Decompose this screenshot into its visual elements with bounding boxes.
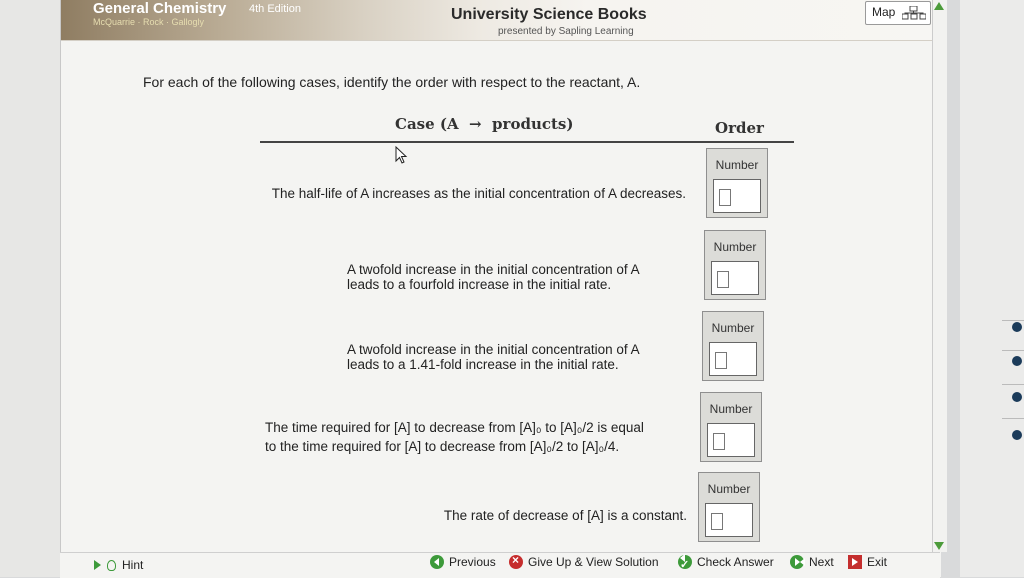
number-label: Number — [713, 240, 757, 254]
case-1-answer: Number — [706, 148, 768, 218]
hint-arrow-icon — [94, 560, 101, 570]
exit-icon — [848, 555, 862, 569]
case-3-line-2: leads to a 1.41-fold increase in the ini… — [347, 357, 619, 372]
previous-button[interactable]: Previous — [430, 555, 496, 569]
case-5-answer: Number — [698, 472, 760, 542]
right-divider — [1002, 384, 1024, 385]
case-2-text: A twofold increase in the initial concen… — [347, 262, 687, 292]
case-4-line-2: to the time required for [A] to decrease… — [265, 439, 620, 454]
presented-by: presented by Sapling Learning — [498, 26, 634, 37]
book-title: General Chemistry — [93, 0, 227, 17]
text-cursor — [717, 271, 729, 288]
map-label: Map — [872, 5, 896, 19]
case-4-line-1: The time required for [A] to decrease fr… — [265, 420, 644, 435]
right-tab-3[interactable] — [1006, 388, 1024, 406]
table-header-rule — [260, 141, 794, 143]
exit-label: Exit — [867, 555, 888, 569]
publisher-name: University Science Books — [451, 6, 647, 23]
previous-icon — [430, 555, 444, 569]
case-2-answer: Number — [704, 230, 766, 300]
right-tab-4[interactable] — [1006, 426, 1024, 444]
give-up-icon — [509, 553, 523, 569]
hint-label: Hint — [122, 558, 144, 572]
case-2-line-2: leads to a fourfold increase in the init… — [347, 277, 612, 292]
case-1-number-input[interactable] — [713, 179, 761, 213]
text-cursor — [713, 433, 725, 450]
case-4-text: The time required for [A] to decrease fr… — [265, 418, 690, 456]
check-answer-button[interactable]: Check Answer — [678, 554, 774, 569]
map-button[interactable]: Map — [865, 1, 931, 25]
number-label: Number — [711, 321, 755, 335]
right-divider — [1002, 418, 1024, 419]
scrollbar[interactable] — [932, 0, 947, 552]
next-button[interactable]: Next — [790, 555, 834, 569]
scroll-down-icon[interactable] — [934, 542, 944, 550]
case-4-number-input[interactable] — [707, 423, 755, 457]
case-2-line-1: A twofold increase in the initial concen… — [347, 262, 640, 277]
exit-button[interactable]: Exit — [848, 555, 887, 569]
number-label: Number — [709, 402, 753, 416]
right-tab-2[interactable] — [1006, 352, 1024, 370]
text-cursor — [715, 352, 727, 369]
give-up-label: Give Up & View Solution — [528, 555, 659, 569]
case-3-number-input[interactable] — [709, 342, 757, 376]
cursor-icon — [395, 146, 408, 164]
case-column-header: Case (A → products) — [395, 115, 574, 133]
check-answer-label: Check Answer — [697, 555, 774, 569]
book-authors: McQuarrie · Rock · Gallogly — [93, 17, 205, 27]
number-label: Number — [707, 482, 751, 496]
text-cursor — [719, 189, 731, 206]
map-icon — [902, 6, 926, 20]
case-2-number-input[interactable] — [711, 261, 759, 295]
book-edition: 4th Edition — [249, 3, 301, 15]
case-5-line-1: The rate of decrease of [A] is a constan… — [443, 508, 687, 523]
text-cursor — [711, 513, 723, 530]
case-1-text: The half-life of A increases as the init… — [205, 186, 686, 201]
check-icon — [678, 554, 692, 569]
right-background — [960, 0, 1024, 577]
next-label: Next — [809, 555, 834, 569]
hint-button[interactable]: Hint — [94, 558, 143, 572]
right-tab-1[interactable] — [1006, 318, 1024, 336]
case-3-line-1: A twofold increase in the initial concen… — [347, 342, 640, 357]
give-up-button[interactable]: Give Up & View Solution — [509, 553, 659, 569]
scroll-up-icon[interactable] — [934, 2, 944, 10]
book-header: General Chemistry 4th Edition McQuarrie … — [61, 0, 941, 41]
left-background — [0, 0, 60, 577]
case-1-line-1: The half-life of A increases as the init… — [271, 186, 686, 201]
order-column-header: Order — [715, 119, 764, 137]
case-3-text: A twofold increase in the initial concen… — [347, 342, 687, 372]
case-5-number-input[interactable] — [705, 503, 753, 537]
lightbulb-icon — [107, 559, 116, 571]
instructions-text: For each of the following cases, identif… — [143, 74, 641, 90]
case-4-answer: Number — [700, 392, 762, 462]
number-label: Number — [715, 158, 759, 172]
case-3-answer: Number — [702, 311, 764, 381]
right-divider — [1002, 350, 1024, 351]
case-5-text: The rate of decrease of [A] is a constan… — [400, 508, 687, 523]
next-icon — [790, 555, 805, 569]
previous-label: Previous — [449, 555, 496, 569]
